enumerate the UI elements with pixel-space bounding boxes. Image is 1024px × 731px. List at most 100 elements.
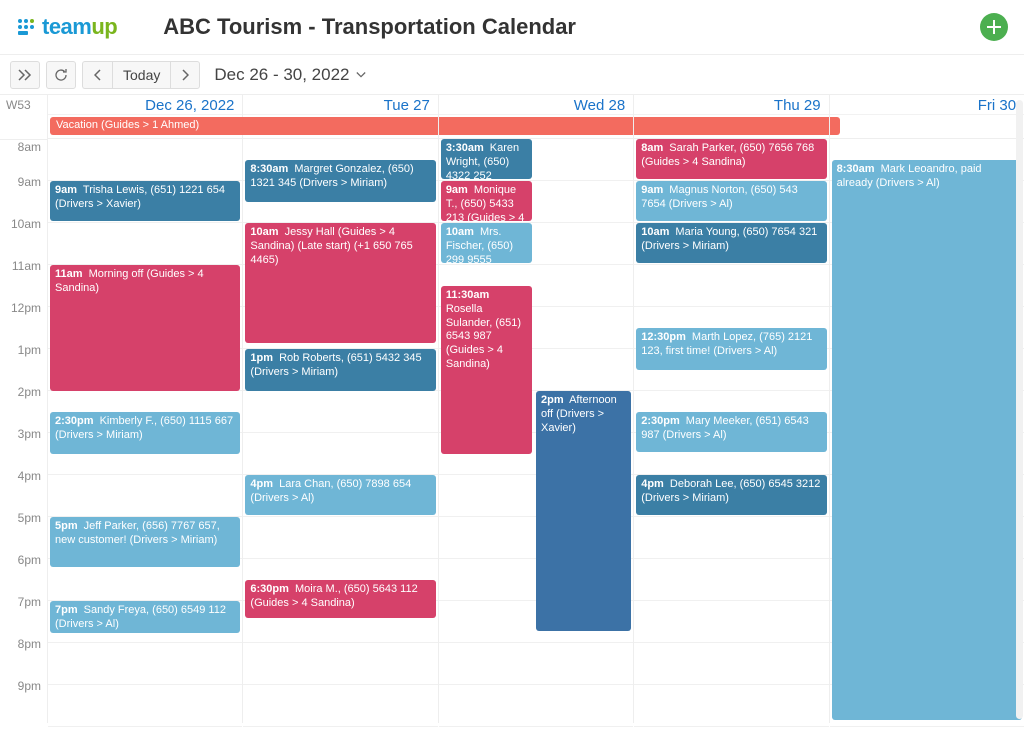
hour-row [243, 433, 437, 475]
event[interactable]: 9am Magnus Norton, (650) 543 7654 (Drive… [636, 181, 826, 221]
allday-row [634, 115, 828, 139]
next-button[interactable] [170, 61, 200, 89]
chevron-down-icon [356, 70, 366, 80]
day-col-thu[interactable]: Thu 29 8am Sarah Parker, (650) 7656 768 … [634, 95, 829, 723]
app-root: teamup ABC Tourism - Transportation Cale… [0, 0, 1024, 731]
grid-body[interactable]: 8:30am Mark Leoandro, paid already (Driv… [830, 139, 1024, 727]
hour-row [634, 685, 828, 727]
hour-row [439, 643, 633, 685]
hour-label: 5pm [0, 511, 47, 553]
event-time: 9am [641, 184, 663, 196]
grid-body[interactable]: 9am Trisha Lewis, (651) 1221 654 (Driver… [48, 139, 242, 727]
event-text: Rosella Sulander, (651) 6543 987 (Guides… [446, 303, 521, 370]
add-event-button[interactable] [980, 13, 1008, 41]
day-col-tue[interactable]: Tue 27 8:30am Margret Gonzalez, (650) 13… [243, 95, 438, 723]
event[interactable]: 1pm Rob Roberts, (651) 5432 345 (Drivers… [245, 349, 435, 391]
date-range-picker[interactable]: Dec 26 - 30, 2022 [214, 65, 365, 85]
event-time: 2:30pm [55, 415, 94, 427]
scrollbar[interactable] [1016, 100, 1023, 719]
toolbar: Today Dec 26 - 30, 2022 [0, 55, 1024, 95]
event[interactable]: 8:30am Margret Gonzalez, (650) 1321 345 … [245, 160, 435, 202]
event-time: 7pm [55, 604, 78, 616]
event[interactable]: 8:30am Mark Leoandro, paid already (Driv… [832, 160, 1022, 720]
event-time: 1pm [250, 352, 273, 364]
grid-body[interactable]: 3:30am Karen Wright, (650) 4322 252 (Dri… [439, 139, 633, 727]
hour-row [48, 223, 242, 265]
date-range-label: Dec 26 - 30, 2022 [214, 65, 349, 85]
event-text: Sarah Parker, (650) 7656 768 (Guides > 4… [641, 142, 814, 168]
logo[interactable]: teamup [16, 14, 117, 40]
hour-row [48, 475, 242, 517]
event-text: Lara Chan, (650) 7898 654 (Drivers > Al) [250, 478, 411, 504]
hour-row [243, 391, 437, 433]
nav-button-group: Today [82, 61, 200, 89]
event[interactable]: 11:30am Rosella Sulander, (651) 6543 987… [441, 286, 532, 454]
day-header: Wed 28 [439, 95, 633, 115]
event[interactable]: 4pm Lara Chan, (650) 7898 654 (Drivers >… [245, 475, 435, 515]
event-time: 10am [250, 226, 278, 238]
event-text: Jeff Parker, (656) 7767 657, new custome… [55, 520, 220, 546]
double-chevron-right-icon [18, 69, 32, 81]
allday-row: Vacation (Guides > 1 Ahmed) [48, 115, 242, 139]
allday-row [830, 115, 1024, 139]
event[interactable]: 2pm Afternoon off (Drivers > Xavier) [536, 391, 631, 631]
hour-row [243, 517, 437, 559]
grid-body[interactable]: 8:30am Margret Gonzalez, (650) 1321 345 … [243, 139, 437, 727]
grid-body[interactable]: 8am Sarah Parker, (650) 7656 768 (Guides… [634, 139, 828, 727]
day-header: Tue 27 [243, 95, 437, 115]
event[interactable]: 9am Trisha Lewis, (651) 1221 654 (Driver… [50, 181, 240, 221]
event-time: 4pm [250, 478, 273, 490]
hour-label: 10am [0, 217, 47, 259]
hour-row [634, 517, 828, 559]
hour-label: 11am [0, 259, 47, 301]
event[interactable]: 8am Sarah Parker, (650) 7656 768 (Guides… [636, 139, 826, 179]
event[interactable]: 10am Maria Young, (650) 7654 321 (Driver… [636, 223, 826, 263]
event[interactable]: 10am Mrs. Fischer, (650) 299 9555 (Drive… [441, 223, 532, 263]
refresh-icon [54, 68, 68, 82]
event-time: 9am [55, 184, 77, 196]
hour-label: 7pm [0, 595, 47, 637]
event[interactable]: 2:30pm Mary Meeker, (651) 6543 987 (Driv… [636, 412, 826, 452]
today-button[interactable]: Today [112, 61, 170, 89]
event-text: Magnus Norton, (650) 543 7654 (Drivers >… [641, 184, 798, 210]
hour-row [243, 643, 437, 685]
hour-row [634, 601, 828, 643]
allday-row [439, 115, 633, 139]
prev-button[interactable] [82, 61, 112, 89]
header: teamup ABC Tourism - Transportation Cale… [0, 0, 1024, 55]
calendar: W53 8am9am10am11am12pm1pm2pm3pm4pm5pm6pm… [0, 95, 1024, 723]
event[interactable]: 9am Monique T., (650) 5433 213 (Guides >… [441, 181, 532, 221]
time-column: W53 8am9am10am11am12pm1pm2pm3pm4pm5pm6pm… [0, 95, 48, 723]
week-label: W53 [0, 95, 47, 140]
logo-icon [16, 17, 36, 37]
hour-label: 2pm [0, 385, 47, 427]
event[interactable]: 7pm Sandy Freya, (650) 6549 112 (Drivers… [50, 601, 240, 633]
event[interactable]: 4pm Deborah Lee, (650) 6545 3212 (Driver… [636, 475, 826, 515]
event-time: 10am [446, 226, 474, 238]
day-col-mon[interactable]: Dec 26, 2022 Vacation (Guides > 1 Ahmed)… [48, 95, 243, 723]
day-header: Thu 29 [634, 95, 828, 115]
event-time: 6:30pm [250, 583, 289, 595]
hour-label: 9am [0, 175, 47, 217]
hour-row [243, 685, 437, 727]
hour-row [48, 139, 242, 181]
hour-row [634, 559, 828, 601]
chevron-right-icon [181, 69, 189, 81]
refresh-button[interactable] [46, 61, 76, 89]
day-header: Fri 30 [830, 95, 1024, 115]
hour-label: 6pm [0, 553, 47, 595]
event[interactable]: 2:30pm Kimberly F., (650) 1115 667 (Driv… [50, 412, 240, 454]
event[interactable]: 5pm Jeff Parker, (656) 7767 657, new cus… [50, 517, 240, 567]
day-col-fri[interactable]: Fri 30 8:30am Mark Leoandro, paid alread… [830, 95, 1024, 723]
hour-label: 1pm [0, 343, 47, 385]
event[interactable]: 3:30am Karen Wright, (650) 4322 252 (Dri… [441, 139, 532, 179]
hour-label: 8pm [0, 637, 47, 679]
event[interactable]: 12:30pm Marth Lopez, (765) 2121 123, fir… [636, 328, 826, 370]
event-time: 12:30pm [641, 331, 686, 343]
event[interactable]: 10am Jessy Hall (Guides > 4 Sandina) (La… [245, 223, 435, 343]
event[interactable]: 11am Morning off (Guides > 4 Sandina) [50, 265, 240, 391]
day-col-wed[interactable]: Wed 28 3:30am Karen Wright, (650) 4322 2… [439, 95, 634, 723]
event-time: 3:30am [446, 142, 484, 154]
event[interactable]: 6:30pm Moira M., (650) 5643 112 (Guides … [245, 580, 435, 618]
expand-sidebar-button[interactable] [10, 61, 40, 89]
